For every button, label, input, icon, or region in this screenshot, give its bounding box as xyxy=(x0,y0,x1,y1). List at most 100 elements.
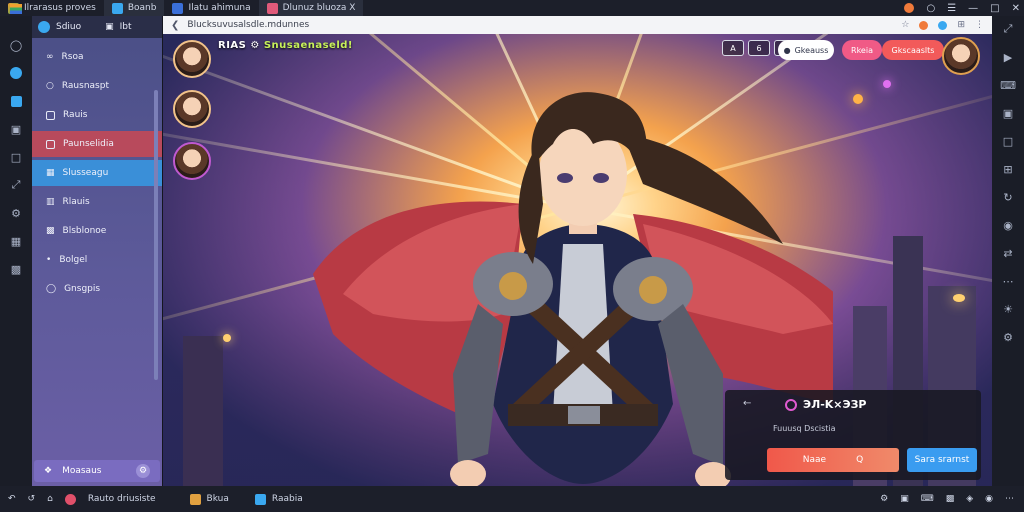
menu-icon[interactable]: ☰ xyxy=(947,3,956,14)
ember xyxy=(223,334,231,342)
record-dot-icon[interactable] xyxy=(64,493,76,505)
maximize-icon[interactable]: □ xyxy=(990,3,999,14)
sidebar-item-label: Rauis xyxy=(63,110,88,120)
sidebar-header-b[interactable]: Ibt xyxy=(120,22,132,32)
dialog-back-icon[interactable]: ← xyxy=(743,398,751,409)
compass-icon[interactable]: ◯ xyxy=(9,38,23,52)
hud-title-accent: Snusaenaseld! xyxy=(263,40,353,51)
bottom-gear-icon[interactable]: ⚙ xyxy=(1001,330,1015,344)
share-icon[interactable]: ⊞ xyxy=(957,20,965,30)
sidebar-header: Sdiuo ▣ Ibt xyxy=(32,16,162,38)
folder-icon[interactable]: □ xyxy=(9,150,23,164)
bottom-item-0[interactable]: Rauto driusiste xyxy=(88,494,156,504)
sidebar-item-label: Blsblonoe xyxy=(62,226,107,236)
camera-icon[interactable]: □ xyxy=(1001,134,1015,148)
hud-pills: ● Gkeauss Rkeia Gkscaaslts xyxy=(664,34,944,64)
search-icon: Q xyxy=(856,455,864,465)
game-viewport[interactable]: RIAS ⚙ Snusaenaseld! A 6 ◎ ● Gkeauss Rke… xyxy=(163,34,992,486)
rotate-icon[interactable]: ↻ xyxy=(1001,190,1015,204)
gear-icon[interactable]: ⚙ xyxy=(9,206,23,220)
eco-icon[interactable]: ☀ xyxy=(1001,302,1015,316)
pill-coral[interactable]: Gkscaaslts xyxy=(882,40,944,60)
close-icon[interactable]: ✕ xyxy=(1012,3,1020,14)
sidebar-footer[interactable]: ❖ Moasaus ⚙ xyxy=(34,460,160,482)
dialog-secondary-button[interactable]: Sara srarnst xyxy=(907,448,977,472)
location-icon[interactable] xyxy=(9,66,23,80)
sidebar-item-7[interactable]: • Bolgel xyxy=(32,247,162,273)
sidebar-item-4[interactable]: ▦ Slusseagu xyxy=(32,160,162,186)
screen-icon[interactable]: ▣ xyxy=(900,494,909,504)
more-icon[interactable]: ⋯ xyxy=(1001,274,1015,288)
sync-icon[interactable]: ⇄ xyxy=(1001,246,1015,260)
dialog-title-text: ЭЛ-Κ×ЭЗР xyxy=(803,398,867,411)
profile-icon[interactable] xyxy=(938,20,948,30)
fullscreen-icon[interactable]: ⤢ xyxy=(1001,22,1015,36)
tab-label: Dlunuz bluoza X xyxy=(282,3,356,13)
macro-icon[interactable]: ▩ xyxy=(9,262,23,276)
party-avatar[interactable] xyxy=(173,90,211,128)
menu-dots-icon[interactable]: ⋮ xyxy=(975,20,984,30)
layers-icon[interactable] xyxy=(9,2,23,16)
apk-icon[interactable] xyxy=(9,94,23,108)
ember xyxy=(853,94,863,104)
screen-icon[interactable]: ▣ xyxy=(9,122,23,136)
expand-icon[interactable]: ⤢ xyxy=(9,178,23,192)
controller-icon[interactable]: ◈ xyxy=(966,494,973,504)
shake-icon[interactable]: ⊞ xyxy=(1001,162,1015,176)
location-pin-icon[interactable]: ◉ xyxy=(1001,218,1015,232)
home-icon[interactable]: ⌂ xyxy=(47,494,53,504)
back-icon[interactable]: ❮ xyxy=(171,20,179,31)
keyboard-icon[interactable]: ⌨ xyxy=(1000,78,1016,92)
sidebar-item-3[interactable]: Paunselidia xyxy=(32,131,162,157)
dialog-primary-button[interactable]: Naae Q xyxy=(767,448,899,472)
fullscreen-icon[interactable]: ▩ xyxy=(946,494,955,504)
account-icon[interactable]: ○ xyxy=(926,3,935,14)
back-arrow-icon[interactable]: ↶ xyxy=(8,494,16,504)
pill-pink[interactable]: Rkeia xyxy=(842,40,882,60)
pill-white[interactable]: ● Gkeauss xyxy=(778,40,834,60)
tray: ⚙ ▣ ⌨ ▩ ◈ ◉ ⋯ xyxy=(880,486,1014,512)
more-icon[interactable]: ⋯ xyxy=(1005,494,1014,504)
ruin-tower xyxy=(183,336,223,486)
tab-label: Ilatu ahimuna xyxy=(188,3,251,13)
screenshot-icon[interactable]: ▣ xyxy=(1001,106,1015,120)
sidebar-item-0[interactable]: ∞ Rsoa xyxy=(32,44,162,70)
app-square-icon xyxy=(254,493,266,505)
keymap-icon[interactable]: ⌨ xyxy=(921,494,934,504)
location-icon[interactable]: ◉ xyxy=(985,494,993,504)
logo-icon xyxy=(38,21,50,33)
url-text[interactable]: Blucksuvusalsdle.mdunnes xyxy=(187,20,309,30)
extension-icon[interactable] xyxy=(919,20,929,30)
star-icon[interactable]: ☆ xyxy=(901,20,909,30)
sidebar-item-5[interactable]: ▥ Rlauis xyxy=(32,189,162,215)
emulator-window: Ilrarasus proves Boanb Ilatu ahimuna Dlu… xyxy=(0,0,1024,512)
circle-icon: ◯ xyxy=(46,284,57,294)
tab-1[interactable]: Boanb xyxy=(103,0,165,16)
bottom-item-2[interactable]: Raabia xyxy=(254,493,303,505)
bottom-item-1[interactable]: Bkua xyxy=(189,493,229,505)
address-bar: ❮ Blucksuvusalsdle.mdunnes ☆ ⊞ ⋮ xyxy=(163,16,992,34)
tab-label: Ilrarasus proves xyxy=(24,3,96,13)
sidebar-item-label: Slusseagu xyxy=(62,168,109,178)
square-icon xyxy=(46,110,55,120)
volume-icon[interactable]: ▶ xyxy=(1001,50,1015,64)
profile-avatar[interactable] xyxy=(942,37,980,75)
sidebar-item-8[interactable]: ◯ Gnsgpis xyxy=(32,276,162,302)
notification-icon[interactable] xyxy=(904,3,915,13)
settings-icon[interactable]: ⚙ xyxy=(136,464,150,478)
undo-icon[interactable]: ↺ xyxy=(28,494,36,504)
bottom-item-label: Bkua xyxy=(206,494,229,504)
tab-2[interactable]: Ilatu ahimuna xyxy=(164,0,258,16)
sidebar-item-6[interactable]: ▩ Blsblonoe xyxy=(32,218,162,244)
tab-3[interactable]: Dlunuz bluoza X xyxy=(258,0,364,16)
sidebar-header-a[interactable]: Sdiuo xyxy=(56,22,81,32)
sidebar-item-2[interactable]: Rauis xyxy=(32,102,162,128)
sidebar-item-1[interactable]: ○ Rausnaspt xyxy=(32,73,162,99)
minimize-icon[interactable]: — xyxy=(968,3,978,14)
player-avatar[interactable] xyxy=(173,40,211,78)
gear-icon[interactable]: ⚙ xyxy=(880,494,888,504)
party-avatar[interactable] xyxy=(173,142,211,180)
sidebar-collapse-icon[interactable]: ▣ xyxy=(105,22,114,32)
sidebar-scrollbar[interactable] xyxy=(154,90,158,380)
record-icon[interactable]: ▦ xyxy=(9,234,23,248)
